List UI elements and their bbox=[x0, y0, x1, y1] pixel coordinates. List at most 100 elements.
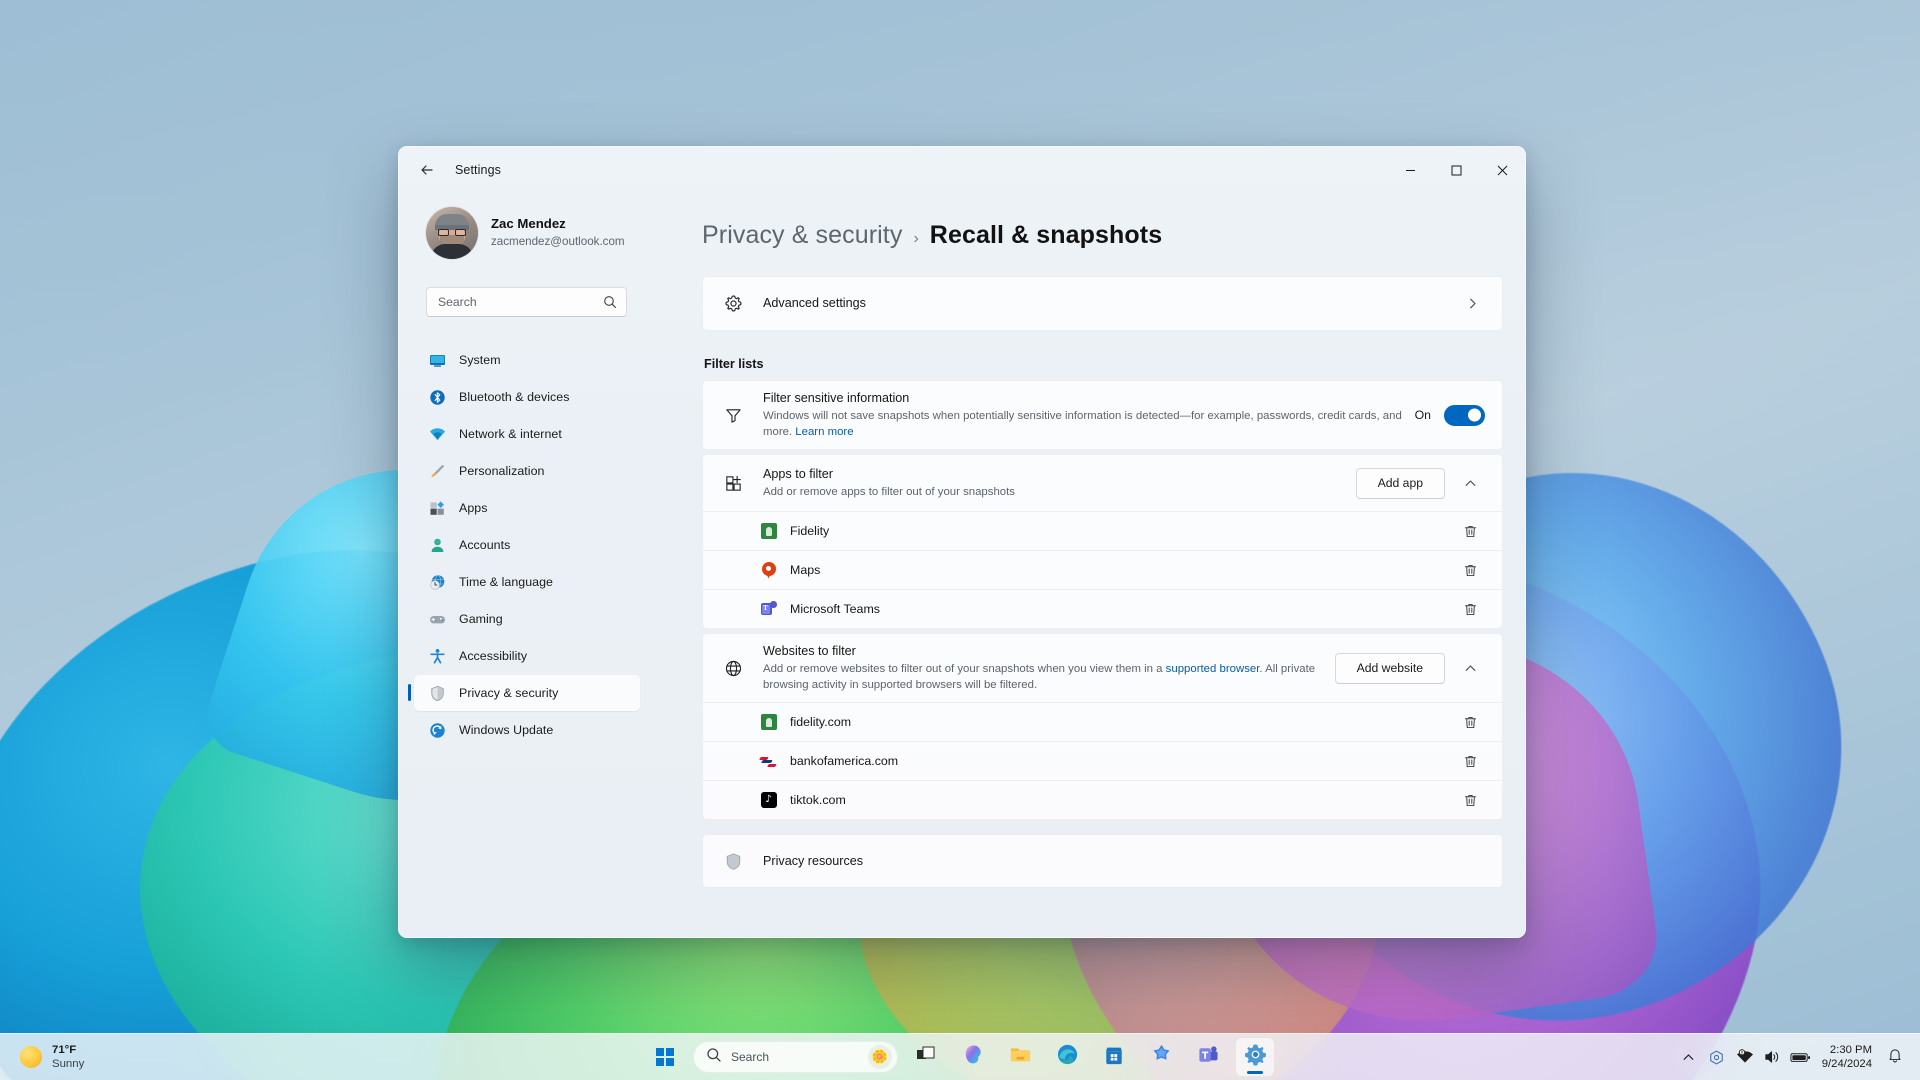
search-box[interactable] bbox=[426, 287, 627, 317]
filter-sensitive-description-text: Windows will not save snapshots when pot… bbox=[763, 410, 1402, 438]
chevron-up-icon[interactable] bbox=[1455, 653, 1485, 683]
list-item[interactable]: ♪ tiktok.com bbox=[703, 780, 1502, 819]
weather-widget[interactable]: 71°F Sunny bbox=[0, 1043, 200, 1071]
search-input[interactable] bbox=[436, 294, 603, 310]
sidebar-item-apps[interactable]: Apps bbox=[414, 490, 640, 526]
taskbar-search-placeholder: Search bbox=[731, 1050, 770, 1064]
window-controls bbox=[1387, 147, 1525, 193]
list-item[interactable]: fidelity.com bbox=[703, 702, 1502, 741]
settings-button[interactable] bbox=[1236, 1038, 1274, 1076]
privacy-resources-card[interactable]: Privacy resources bbox=[702, 834, 1503, 888]
microsoft-store-button[interactable] bbox=[1095, 1038, 1133, 1076]
monitor-icon bbox=[428, 351, 446, 369]
add-app-button[interactable]: Add app bbox=[1355, 467, 1445, 499]
list-item[interactable]: Maps bbox=[703, 550, 1502, 589]
close-button[interactable] bbox=[1479, 147, 1525, 193]
avatar bbox=[426, 206, 478, 259]
page-title: Recall & snapshots bbox=[929, 221, 1163, 249]
teams-icon bbox=[1197, 1044, 1219, 1071]
delete-button[interactable] bbox=[1455, 516, 1485, 546]
battery-icon[interactable] bbox=[1788, 1042, 1814, 1072]
account-name: Zac Mendez bbox=[491, 215, 566, 231]
file-explorer-button[interactable] bbox=[1001, 1038, 1039, 1076]
shield-icon bbox=[721, 852, 745, 871]
lotus-icon[interactable]: 🌼 bbox=[868, 1045, 892, 1069]
recall-button[interactable] bbox=[1142, 1038, 1180, 1076]
start-button[interactable] bbox=[646, 1038, 684, 1076]
search-icon bbox=[706, 1047, 722, 1068]
content-area: Privacy & security › Recall & snapshots bbox=[654, 193, 1525, 937]
account-card[interactable]: Zac Mendez zacmendez@outlook.com bbox=[399, 193, 654, 265]
filter-lists-heading: Filter lists bbox=[704, 357, 764, 371]
task-view-button[interactable] bbox=[907, 1038, 945, 1076]
sidebar-item-time-language[interactable]: Time & language bbox=[414, 564, 640, 600]
delete-button[interactable] bbox=[1455, 785, 1485, 815]
bluetooth-icon bbox=[428, 388, 446, 406]
sidebar-item-label: Gaming bbox=[459, 612, 503, 626]
add-website-button[interactable]: Add website bbox=[1334, 652, 1445, 684]
filter-sensitive-title: Filter sensitive information bbox=[763, 391, 910, 405]
taskbar: 71°F Sunny Search 🌼 2:30 PM 9/24/2024 bbox=[0, 1033, 1920, 1080]
advanced-settings-label: Advanced settings bbox=[763, 296, 866, 310]
clock-date: 9/24/2024 bbox=[1821, 1058, 1872, 1070]
sun-icon bbox=[20, 1046, 42, 1068]
sidebar-item-network-internet[interactable]: Network & internet bbox=[414, 416, 640, 452]
filter-sensitive-description: Windows will not save snapshots when pot… bbox=[763, 409, 1415, 440]
delete-button[interactable] bbox=[1455, 707, 1485, 737]
list-item[interactable]: bankofamerica.com bbox=[703, 741, 1502, 780]
sidebar-item-personalization[interactable]: Personalization bbox=[414, 453, 640, 489]
network-icon[interactable] bbox=[1732, 1042, 1758, 1072]
fidelity-icon bbox=[760, 523, 777, 540]
privacy-resources-label: Privacy resources bbox=[763, 853, 864, 868]
list-item[interactable]: T Microsoft Teams bbox=[703, 589, 1502, 628]
delete-button[interactable] bbox=[1455, 594, 1485, 624]
taskbar-search[interactable]: Search 🌼 bbox=[693, 1041, 898, 1073]
taskbar-center: Search 🌼 bbox=[646, 1038, 1274, 1076]
gamepad-icon bbox=[428, 610, 446, 628]
weather-condition: Sunny bbox=[52, 1058, 85, 1070]
learn-more-link[interactable]: Learn more bbox=[795, 426, 853, 438]
delete-button[interactable] bbox=[1455, 555, 1485, 585]
volume-icon[interactable] bbox=[1760, 1042, 1786, 1072]
sidebar-item-gaming[interactable]: Gaming bbox=[414, 601, 640, 637]
sidebar-item-windows-update[interactable]: Windows Update bbox=[414, 712, 640, 748]
hidden-icons-chevron[interactable] bbox=[1676, 1042, 1702, 1072]
chevron-right-icon: › bbox=[913, 230, 919, 247]
paintbrush-icon bbox=[428, 462, 446, 480]
minimize-button[interactable] bbox=[1387, 147, 1433, 193]
notifications-button[interactable] bbox=[1882, 1042, 1908, 1072]
advanced-settings-card[interactable]: Advanced settings bbox=[702, 276, 1503, 331]
website-name: tiktok.com bbox=[790, 793, 846, 807]
clock[interactable]: 2:30 PM 9/24/2024 bbox=[1816, 1043, 1880, 1071]
onedrive-icon[interactable] bbox=[1704, 1042, 1730, 1072]
chevron-right-icon bbox=[1459, 297, 1485, 310]
sidebar-item-bluetooth-devices[interactable]: Bluetooth & devices bbox=[414, 379, 640, 415]
edge-button[interactable] bbox=[1048, 1038, 1086, 1076]
apps-to-filter-card: Apps to filter Add or remove apps to fil… bbox=[702, 454, 1503, 629]
back-button[interactable] bbox=[411, 154, 443, 186]
sidebar-item-system[interactable]: System bbox=[414, 342, 640, 378]
supported-browser-link[interactable]: supported browser bbox=[1166, 663, 1260, 675]
sidebar-item-label: Personalization bbox=[459, 464, 545, 478]
fidelity-icon bbox=[760, 714, 777, 731]
funnel-icon bbox=[721, 406, 745, 425]
teams-button[interactable] bbox=[1189, 1038, 1227, 1076]
breadcrumb-parent[interactable]: Privacy & security bbox=[702, 221, 902, 250]
apps-to-filter-title: Apps to filter bbox=[763, 466, 833, 481]
delete-button[interactable] bbox=[1455, 746, 1485, 776]
update-icon bbox=[428, 721, 446, 739]
maximize-button[interactable] bbox=[1433, 147, 1479, 193]
sidebar-item-privacy-security[interactable]: Privacy & security bbox=[408, 675, 640, 711]
sidebar-item-accounts[interactable]: Accounts bbox=[414, 527, 640, 563]
chevron-up-icon[interactable] bbox=[1455, 468, 1485, 498]
copilot-button[interactable] bbox=[954, 1038, 992, 1076]
sidebar-item-label: Privacy & security bbox=[459, 686, 559, 700]
sidebar-item-label: System bbox=[459, 353, 501, 367]
shield-icon bbox=[428, 684, 446, 702]
sidebar-item-accessibility[interactable]: Accessibility bbox=[414, 638, 640, 674]
app-name: Fidelity bbox=[790, 524, 830, 538]
copilot-icon bbox=[962, 1043, 985, 1071]
list-item[interactable]: Fidelity bbox=[703, 511, 1502, 550]
filter-sensitive-toggle[interactable] bbox=[1444, 404, 1485, 426]
filter-sensitive-toggle-group[interactable]: On bbox=[1415, 404, 1485, 426]
